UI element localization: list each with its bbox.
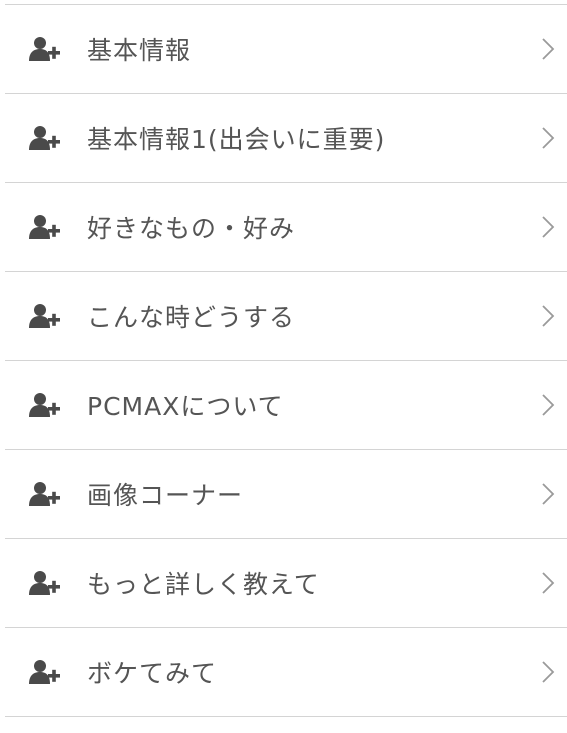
chevron-right-icon (542, 305, 555, 327)
menu-item-label: もっと詳しく教えて (87, 570, 320, 599)
menu-item-basic-info[interactable]: 基本情報 (5, 5, 567, 94)
user-plus-icon (29, 215, 60, 239)
chevron-right-icon (542, 38, 555, 60)
chevron-right-icon (542, 572, 555, 594)
user-plus-icon (29, 37, 60, 61)
menu-item-image-corner[interactable]: 画像コーナー (5, 450, 567, 539)
menu-item-label: 好きなもの・好み (87, 214, 296, 243)
menu-item-about-pcmax[interactable]: PCMAXについて (5, 361, 567, 450)
chevron-right-icon (542, 661, 555, 683)
profile-menu-list: 基本情報 基本情報1(出会いに重要) 好きなもの・好み こんな時どうする PCM… (5, 4, 567, 717)
menu-item-boke[interactable]: ボケてみて (5, 628, 567, 717)
user-plus-icon (29, 393, 60, 417)
chevron-right-icon (542, 216, 555, 238)
menu-item-label: こんな時どうする (87, 303, 296, 332)
menu-item-what-would-you-do[interactable]: こんな時どうする (5, 272, 567, 361)
menu-item-label: 基本情報1(出会いに重要) (87, 125, 386, 154)
user-plus-icon (29, 126, 60, 150)
chevron-right-icon (542, 127, 555, 149)
menu-item-label: PCMAXについて (87, 392, 284, 421)
chevron-right-icon (542, 394, 555, 416)
user-plus-icon (29, 304, 60, 328)
menu-item-basic-info-1[interactable]: 基本情報1(出会いに重要) (5, 94, 567, 183)
user-plus-icon (29, 482, 60, 506)
user-plus-icon (29, 660, 60, 684)
menu-item-tell-me-more[interactable]: もっと詳しく教えて (5, 539, 567, 628)
menu-item-likes[interactable]: 好きなもの・好み (5, 183, 567, 272)
menu-item-label: 画像コーナー (87, 481, 244, 510)
menu-item-label: 基本情報 (87, 36, 192, 65)
chevron-right-icon (542, 483, 555, 505)
user-plus-icon (29, 571, 60, 595)
menu-item-label: ボケてみて (87, 659, 218, 688)
